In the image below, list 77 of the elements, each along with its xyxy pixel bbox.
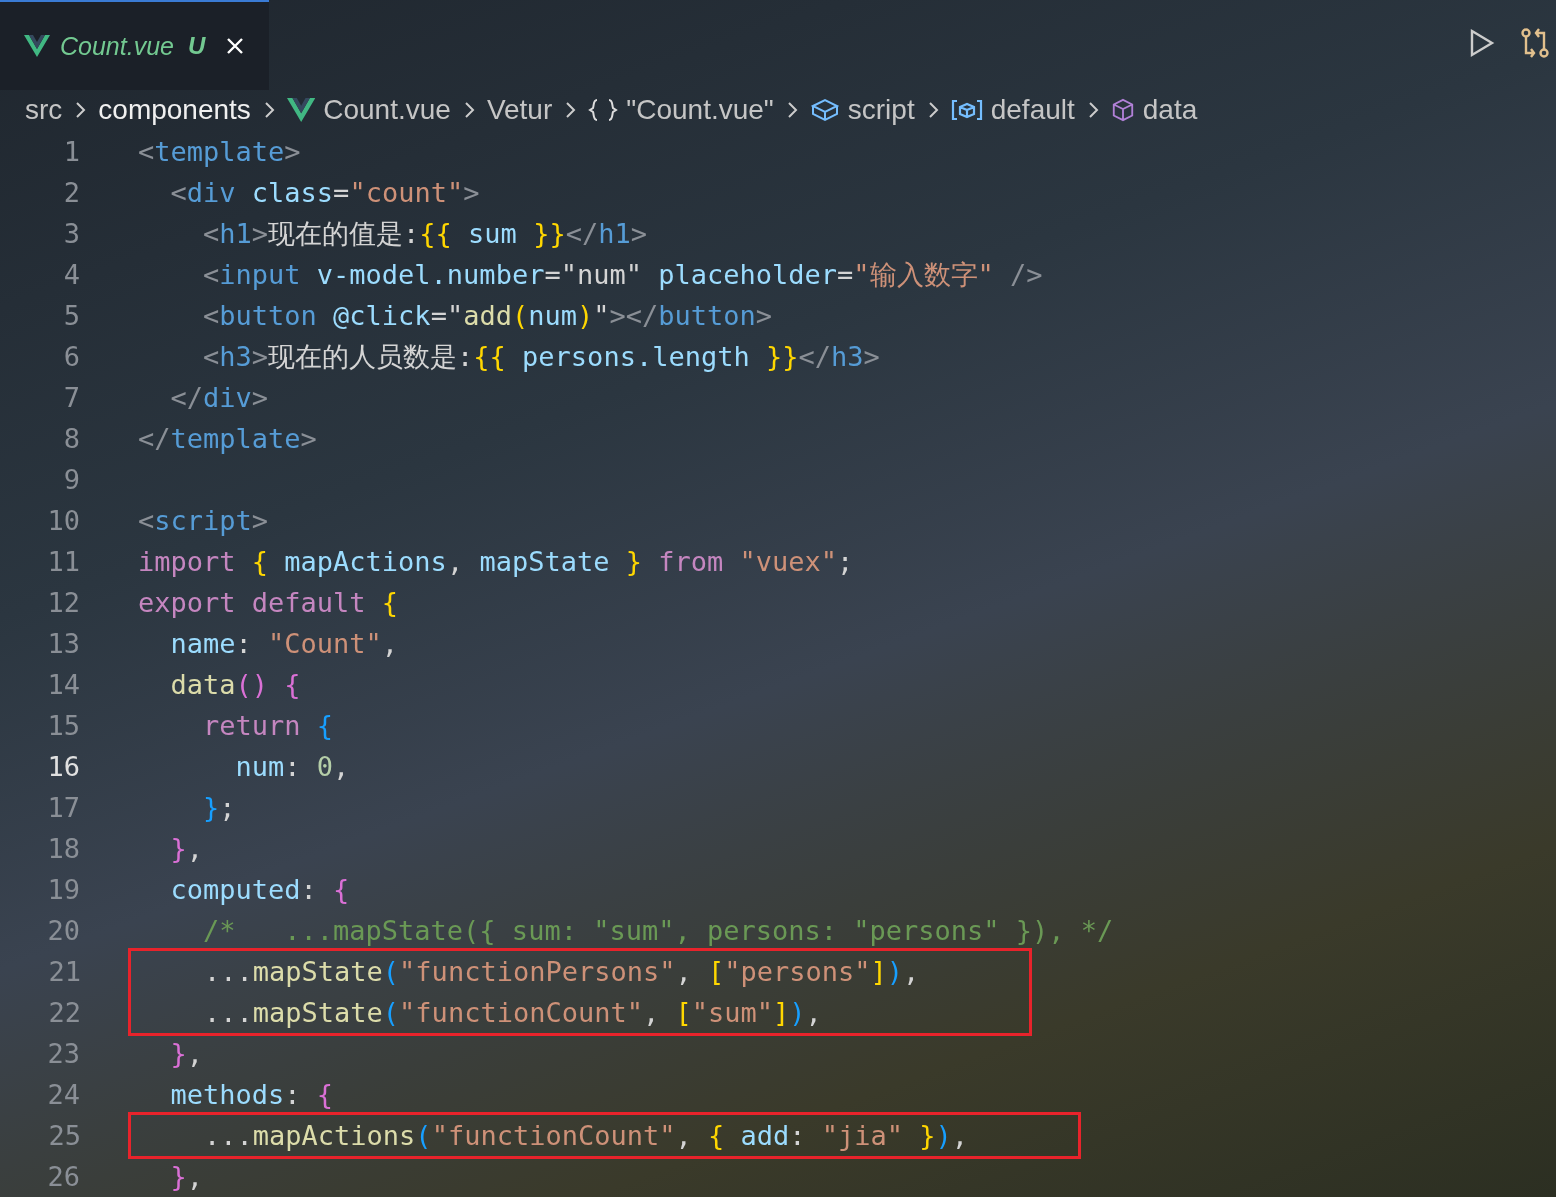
line-number: 20 (46, 915, 80, 946)
code-line: <button @click="add(num)"></button> (202, 300, 773, 331)
breadcrumb-item[interactable]: "Count.vue" (588, 93, 774, 126)
code-line: ...mapState("functionPersons", ["persons"]), (203, 956, 920, 987)
line-number: 26 (46, 1161, 80, 1192)
vue-logo-icon (286, 97, 316, 122)
line-number: 25 (47, 1120, 81, 1151)
breadcrumb-item[interactable]: src (25, 93, 63, 126)
code-line: </template> (138, 423, 317, 454)
vue-logo-icon (24, 35, 50, 57)
chevron-right-icon (926, 99, 939, 120)
close-icon[interactable] (225, 36, 246, 56)
breadcrumb-item[interactable]: Count.vue (286, 93, 451, 126)
chevron-right-icon (785, 99, 798, 120)
line-number: 19 (46, 874, 80, 905)
code-line: data() { (169, 669, 301, 700)
breadcrumb-item[interactable]: data (1110, 93, 1198, 126)
line-number: 12 (46, 587, 80, 618)
code-line: ...mapActions("functionCount", { add: "jia" }), (203, 1120, 969, 1151)
line-number: 10 (46, 505, 80, 536)
breadcrumb-item[interactable]: components (98, 93, 251, 126)
chevron-right-icon (262, 99, 275, 120)
cube-icon (809, 97, 840, 122)
line-number: 13 (46, 628, 80, 659)
line-number: 11 (46, 546, 80, 577)
code-line: name: "Count", (169, 628, 399, 659)
line-number: 15 (46, 710, 80, 741)
line-number: 1 (62, 136, 80, 167)
code-line: computed: { (169, 874, 350, 905)
breadcrumb-item[interactable]: default (950, 93, 1075, 126)
code-line: <h1>现在的值是:{{ sum }}</h1> (202, 216, 647, 251)
code-line: return { (202, 710, 334, 741)
cube-icon (1110, 97, 1135, 122)
code-line: }, (169, 833, 204, 864)
compare-changes-icon[interactable] (1520, 28, 1550, 58)
breadcrumb-item[interactable]: script (809, 93, 915, 126)
chevron-right-icon (462, 99, 475, 120)
tab-title: Count.vue (60, 31, 174, 61)
line-number: 5 (62, 300, 80, 331)
code-line: export default { (138, 587, 399, 618)
line-number: 16 (46, 751, 80, 782)
code-line: <div class="count"> (169, 177, 480, 208)
line-number: 22 (47, 997, 81, 1028)
line-number: 3 (62, 218, 80, 249)
line-number: 14 (46, 669, 80, 700)
code-line: }; (202, 792, 236, 823)
line-number: 6 (62, 341, 80, 372)
code-line: <script> (138, 505, 269, 536)
code-line: methods: { (169, 1079, 334, 1110)
line-number: 23 (46, 1038, 80, 1069)
breadcrumb-item[interactable]: Vetur (486, 93, 553, 126)
code-line: <input v-model.number="num" placeholder="输入数字" /> (202, 257, 1043, 292)
code-line: }, (169, 1161, 204, 1192)
git-status: U (187, 32, 206, 60)
code-line: <template> (138, 136, 301, 167)
code-line: <h3>现在的人员数是:{{ persons.length }}</h3> (202, 339, 880, 374)
line-number: 18 (46, 833, 80, 864)
code-line: </div> (169, 382, 269, 413)
line-number: 21 (47, 956, 81, 987)
chevron-right-icon (74, 99, 87, 120)
chevron-right-icon (564, 99, 577, 120)
code-line: num: 0, (234, 751, 350, 782)
chevron-right-icon (1086, 99, 1099, 120)
line-number: 24 (46, 1079, 80, 1110)
variable-icon (950, 97, 983, 122)
code-line: /* ...mapState({ sum: "sum", persons: "persons" }), */ (202, 915, 1114, 946)
line-number: 7 (62, 382, 80, 413)
line-number: 8 (62, 423, 80, 454)
line-number: 4 (62, 259, 80, 290)
line-number: 17 (46, 792, 80, 823)
code-line: ...mapState("functionCount", ["sum"]), (203, 997, 822, 1028)
code-line: }, (169, 1038, 204, 1069)
line-number: 2 (62, 177, 80, 208)
code-line: import { mapActions, mapState } from "vuex"; (138, 546, 854, 577)
line-number: 9 (62, 464, 80, 495)
braces-icon (588, 97, 619, 122)
editor-tab[interactable]: Count.vue U (0, 0, 270, 90)
